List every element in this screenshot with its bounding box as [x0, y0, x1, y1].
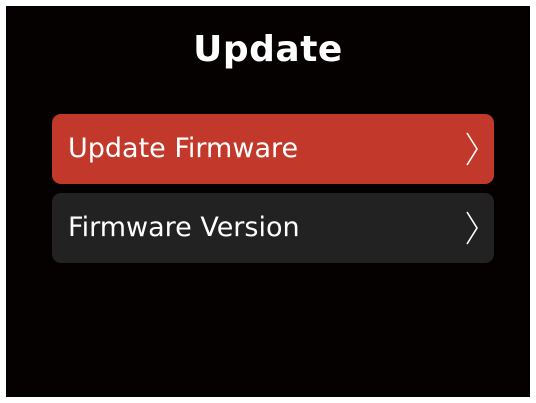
chevron-right-icon: [466, 211, 478, 245]
menu-item-label: Firmware Version: [68, 212, 300, 243]
device-screen: Update Update Firmware Firmware Version: [6, 6, 530, 397]
menu-item-label: Update Firmware: [68, 133, 299, 164]
page-title: Update: [193, 29, 343, 70]
menu-item-firmware-version[interactable]: Firmware Version: [52, 193, 494, 263]
menu-item-update-firmware[interactable]: Update Firmware: [52, 114, 494, 184]
chevron-right-icon: [466, 132, 478, 166]
